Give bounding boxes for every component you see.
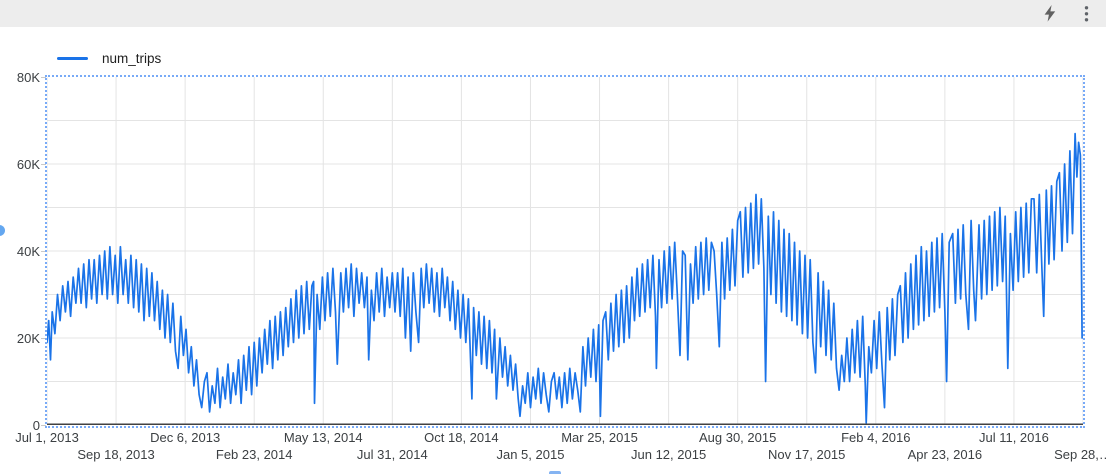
y-axis-label: 20K — [0, 332, 40, 345]
lightning-bolt-button[interactable] — [1038, 2, 1062, 26]
x-axis-label: Jun 12, 2015 — [631, 448, 706, 462]
legend-item-num-trips[interactable]: num_trips — [57, 49, 161, 67]
x-axis-label: Mar 25, 2015 — [561, 431, 638, 445]
chart-plot-area[interactable] — [47, 77, 1083, 425]
y-axis-label: 60K — [0, 158, 40, 171]
legend-label: num_trips — [102, 51, 161, 66]
x-axis-label: Jul 1, 2013 — [15, 431, 79, 445]
x-axis-label: Feb 23, 2014 — [216, 448, 293, 462]
x-axis-label: Sep 18, 2013 — [77, 448, 154, 462]
lightning-bolt-icon — [1043, 5, 1057, 22]
card-toolbar — [0, 0, 1106, 27]
x-axis-label: May 13, 2014 — [284, 431, 363, 445]
x-axis-label: Jul 11, 2016 — [979, 431, 1049, 445]
chart-svg — [47, 77, 1083, 425]
y-axis-tick — [41, 77, 46, 78]
y-axis-label: 80K — [0, 71, 40, 84]
legend-line-swatch — [57, 57, 88, 60]
x-axis-label: Oct 18, 2014 — [424, 431, 498, 445]
num-trips-line — [47, 134, 1082, 423]
x-axis-label: Aug 30, 2015 — [699, 431, 776, 445]
y-axis-tick — [41, 251, 46, 252]
x-axis-label: Jan 5, 2015 — [496, 448, 564, 462]
x-axis-label: Apr 23, 2016 — [908, 448, 982, 462]
x-axis-label: Nov 17, 2015 — [768, 448, 845, 462]
x-axis-label: Feb 4, 2016 — [841, 431, 910, 445]
x-axis-label: Dec 6, 2013 — [150, 431, 220, 445]
x-axis-label: Jul 31, 2014 — [357, 448, 428, 462]
kebab-menu-icon — [1084, 5, 1089, 23]
dashboard-chart-card: { "topbar": { "background": "#ededed", "… — [0, 0, 1106, 474]
y-axis-tick — [41, 425, 46, 426]
left-edge-partial-handle[interactable] — [0, 225, 5, 236]
kebab-menu-button[interactable] — [1074, 2, 1098, 26]
y-axis-label: 40K — [0, 245, 40, 258]
y-axis-tick — [41, 338, 46, 339]
x-axis-label: Sep 28,… — [1054, 448, 1106, 462]
y-axis-tick — [41, 164, 46, 165]
